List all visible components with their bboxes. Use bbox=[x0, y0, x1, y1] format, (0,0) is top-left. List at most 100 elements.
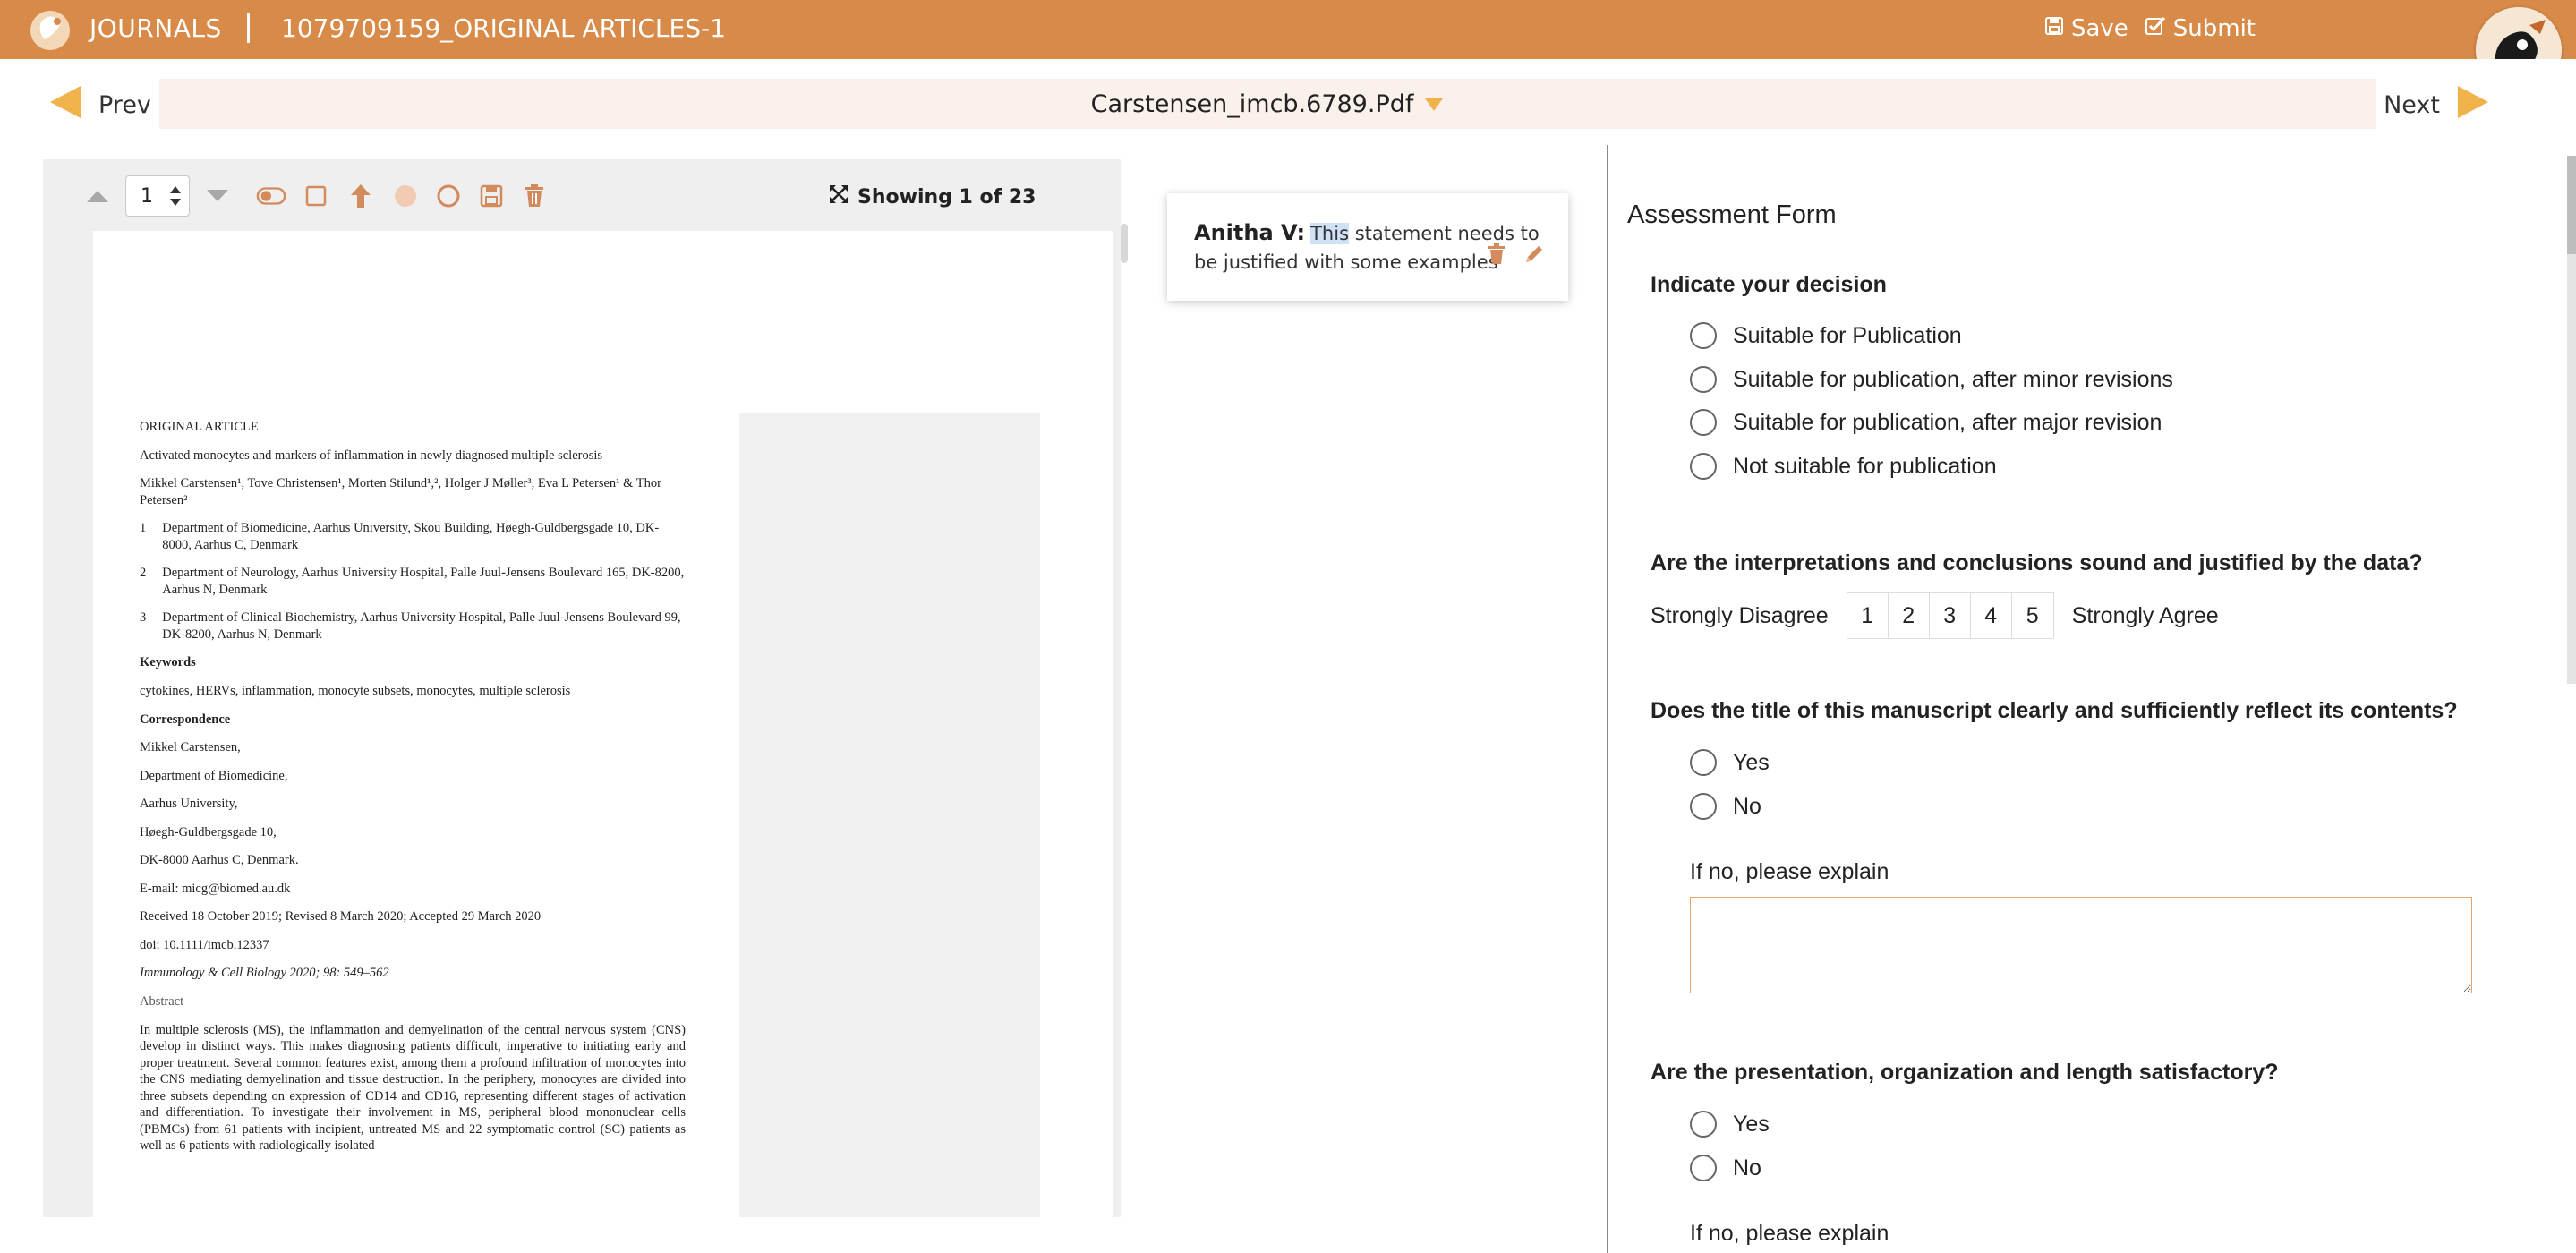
journals-logo-icon[interactable] bbox=[25, 4, 75, 54]
scale-high-label: Strongly Agree bbox=[2071, 602, 2219, 628]
prev-label: Prev bbox=[98, 90, 151, 119]
presentation-question: Are the presentation, organization and l… bbox=[1651, 1060, 2279, 1085]
brand-label[interactable]: JOURNALS bbox=[90, 0, 222, 57]
caret-down-icon bbox=[1424, 90, 1444, 118]
form-scrollbar-thumb[interactable] bbox=[2567, 156, 2576, 254]
dates: Received 18 October 2019; Revised 8 Marc… bbox=[140, 909, 542, 925]
article-type: ORIGINAL ARTICLE bbox=[140, 420, 259, 434]
header-actions: Save Submit bbox=[2044, 0, 2256, 57]
affiliation-1: 1 Department of Biomedicine, Aarhus Unive… bbox=[140, 521, 660, 552]
expand-icon[interactable] bbox=[829, 184, 849, 209]
page-margin-panel bbox=[739, 413, 1040, 1217]
presentation-option-yes[interactable]: Yes bbox=[1690, 1111, 1770, 1138]
correspondence-line: Mikkel Carstensen, bbox=[140, 740, 241, 755]
article-authors: Mikkel Carstensen¹, Tove Christensen¹, M… bbox=[140, 476, 661, 507]
journal-citation: Immunology & Cell Biology 2020; 98: 549–… bbox=[140, 966, 389, 981]
triangle-left-icon bbox=[48, 84, 82, 126]
scale-low-label: Strongly Disagree bbox=[1651, 602, 1829, 628]
page-count-indicator: Showing 1 of 23 bbox=[829, 179, 1036, 215]
scale-option-5[interactable]: 5 bbox=[2012, 593, 2053, 638]
presentation-explain-label: If no, please explain bbox=[1690, 1221, 1889, 1246]
page-up-icon[interactable] bbox=[82, 181, 113, 211]
document-title: 1079709159_ORIGINAL ARTICLES-1 bbox=[281, 13, 726, 43]
viewer-toolbar: 1 Showing 1 of 23 bbox=[43, 159, 1121, 233]
comment-author: Anitha V: bbox=[1194, 220, 1306, 245]
decision-option-minor-revisions[interactable]: Suitable for publication, after minor re… bbox=[1690, 366, 2173, 393]
keywords: cytokines, HERVs, inflammation, monocyte… bbox=[140, 684, 571, 699]
decision-question: Indicate your decision bbox=[1651, 272, 1887, 297]
radio-button[interactable] bbox=[1690, 749, 1717, 776]
arrow-up-icon[interactable] bbox=[345, 181, 376, 211]
comment-card: Anitha V: This statement needs to be just… bbox=[1167, 193, 1568, 301]
edit-comment-icon[interactable] bbox=[1523, 243, 1545, 273]
radio-button[interactable] bbox=[1690, 409, 1717, 436]
comment-actions bbox=[1488, 243, 1545, 273]
doi: doi: 10.1111/imcb.12337 bbox=[140, 937, 269, 952]
checkbox-check-icon bbox=[2145, 15, 2166, 42]
radio-button[interactable] bbox=[1690, 793, 1717, 820]
agreement-scale: Strongly Disagree 1 2 3 4 5 Strongly Agr… bbox=[1651, 592, 2219, 639]
email: E-mail: micg@biomed.au.dk bbox=[140, 881, 291, 896]
square-icon[interactable] bbox=[301, 181, 331, 211]
correspondence-line: Aarhus University, bbox=[140, 797, 238, 812]
decision-option-suitable[interactable]: Suitable for Publication bbox=[1690, 322, 1962, 349]
submit-label: Submit bbox=[2172, 15, 2256, 42]
radio-button[interactable] bbox=[1690, 1155, 1717, 1181]
abstract-text: In multiple sclerosis (MS), the inflamma… bbox=[140, 1022, 686, 1154]
title-option-yes[interactable]: Yes bbox=[1690, 749, 1770, 776]
next-button[interactable]: Next bbox=[2384, 82, 2490, 127]
article-title: Activated monocytes and markers of infla… bbox=[140, 448, 603, 463]
form-title: Assessment Form bbox=[1627, 200, 1837, 229]
comment-highlight: This bbox=[1310, 223, 1350, 244]
scale-option-1[interactable]: 1 bbox=[1847, 593, 1889, 638]
assessment-form: Assessment Form Indicate your decision S… bbox=[1609, 145, 2576, 1253]
delete-comment-icon[interactable] bbox=[1488, 243, 1506, 273]
affiliation-3: 3 Department of Clinical Biochemistry, Aa… bbox=[140, 610, 681, 642]
spinner-arrows-icon[interactable] bbox=[169, 184, 182, 208]
file-selector[interactable]: Carstensen_imcb.6789.Pdf bbox=[159, 79, 2376, 129]
correspondence-line: DK-8000 Aarhus C, Denmark. bbox=[140, 853, 299, 868]
filled-circle-icon[interactable] bbox=[390, 181, 421, 211]
submit-button[interactable]: Submit bbox=[2145, 15, 2256, 42]
decision-option-major-revision[interactable]: Suitable for publication, after major re… bbox=[1690, 409, 2162, 436]
article-text[interactable]: ORIGINAL ARTICLE Activated monocytes and… bbox=[140, 419, 686, 1166]
correspondence-line: Høegh-Guldbergsgade 10, bbox=[140, 824, 277, 840]
scale-options: 1 2 3 4 5 bbox=[1846, 592, 2054, 639]
affiliation-2: 2 Department of Neurology, Aarhus Univers… bbox=[140, 566, 685, 597]
viewer-scrollbar[interactable] bbox=[1121, 224, 1128, 263]
radio-button[interactable] bbox=[1690, 366, 1717, 393]
circle-outline-icon[interactable] bbox=[433, 181, 464, 211]
radio-button[interactable] bbox=[1690, 322, 1717, 349]
floppy-save-icon[interactable] bbox=[476, 181, 507, 211]
abstract-heading: Abstract bbox=[140, 994, 184, 1010]
title-explain-label: If no, please explain bbox=[1690, 859, 1889, 884]
correspondence-line: Department of Biomedicine, bbox=[140, 768, 288, 783]
decision-option-not-suitable[interactable]: Not suitable for publication bbox=[1690, 453, 1997, 480]
interpretations-question: Are the interpretations and conclusions … bbox=[1651, 550, 2423, 575]
showing-label: Showing 1 of 23 bbox=[857, 185, 1036, 209]
page-number-input[interactable]: 1 bbox=[125, 175, 190, 217]
correspondence-heading: Correspondence bbox=[140, 712, 231, 727]
next-label: Next bbox=[2384, 90, 2440, 119]
presentation-option-no[interactable]: No bbox=[1690, 1155, 1761, 1181]
page-number: 1 bbox=[141, 184, 153, 208]
title-explain-textarea[interactable] bbox=[1690, 897, 2472, 993]
title-option-no[interactable]: No bbox=[1690, 793, 1761, 820]
radio-button[interactable] bbox=[1690, 1111, 1717, 1138]
trash-icon[interactable] bbox=[519, 181, 550, 211]
document-nav: Prev Carstensen_imcb.6789.Pdf Next bbox=[0, 59, 2576, 145]
scale-option-4[interactable]: 4 bbox=[1971, 593, 2012, 638]
prev-button[interactable]: Prev bbox=[48, 82, 151, 127]
triangle-right-icon bbox=[2456, 84, 2490, 126]
panel-divider[interactable] bbox=[1607, 145, 1608, 1253]
file-name: Carstensen_imcb.6789.Pdf bbox=[1090, 90, 1414, 118]
scale-option-2[interactable]: 2 bbox=[1889, 593, 1930, 638]
radio-button[interactable] bbox=[1690, 453, 1717, 480]
keywords-heading: Keywords bbox=[140, 655, 196, 670]
save-button[interactable]: Save bbox=[2044, 15, 2128, 42]
top-bar: JOURNALS 1079709159_ORIGINAL ARTICLES-1 … bbox=[0, 0, 2576, 93]
save-label: Save bbox=[2070, 15, 2128, 42]
scale-option-3[interactable]: 3 bbox=[1930, 593, 1971, 638]
toggle-icon[interactable] bbox=[256, 181, 286, 211]
page-down-icon[interactable] bbox=[202, 181, 233, 211]
